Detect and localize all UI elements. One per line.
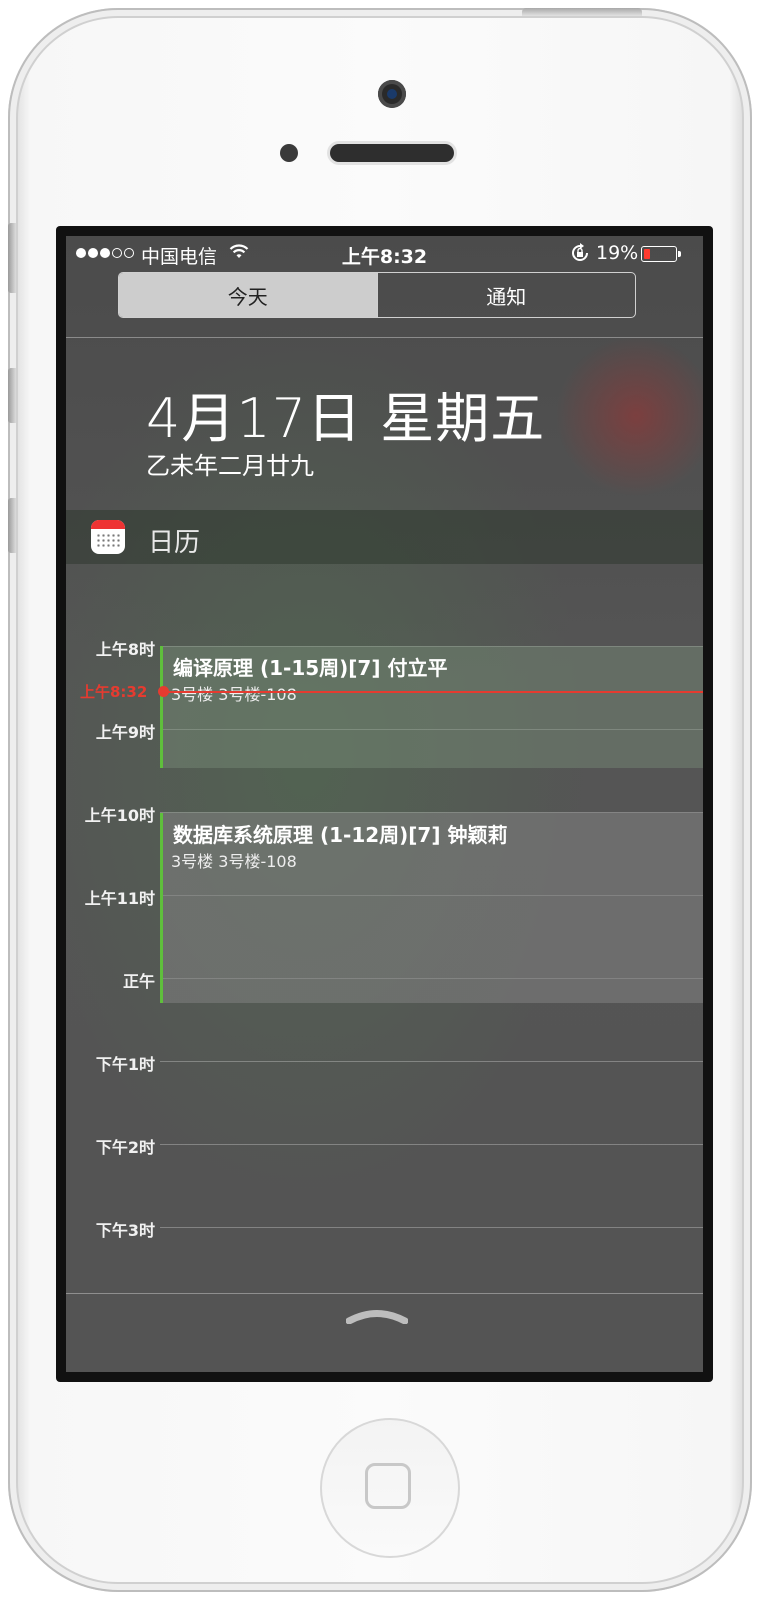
hour-label: 下午1时 — [95, 1055, 155, 1074]
battery-level-fill — [644, 249, 650, 259]
tab-notifications[interactable]: 通知 — [376, 273, 636, 317]
proximity-sensor — [280, 144, 298, 162]
rotation-lock-icon — [572, 243, 588, 261]
hour-label: 上午11时 — [84, 889, 155, 908]
event-title: 编译原理 (1-15周)[7] 付立平 — [173, 656, 448, 680]
event-location: 3号楼 3号楼-108 — [171, 852, 297, 871]
event-title: 数据库系统原理 (1-12周)[7] 钟颖莉 — [173, 823, 508, 847]
calendar-app-icon — [91, 520, 125, 554]
lunar-date: 乙未年二月廿九 — [146, 452, 314, 480]
current-time-dot — [158, 686, 169, 697]
divider — [66, 337, 703, 338]
calendar-widget-header[interactable]: 日历 — [66, 510, 703, 564]
volume-up-button[interactable] — [8, 368, 16, 423]
calendar-icon-grid — [96, 533, 120, 549]
hour-label: 正午 — [122, 972, 155, 991]
power-button[interactable] — [522, 8, 642, 16]
hour-line — [160, 1227, 703, 1228]
view-switcher: 今天 通知 — [118, 272, 636, 318]
front-camera — [378, 80, 406, 108]
battery-icon — [641, 246, 681, 262]
hour-line — [160, 1144, 703, 1145]
mute-switch[interactable] — [8, 223, 16, 293]
calendar-widget-title: 日历 — [148, 528, 201, 558]
calendar-event[interactable]: 数据库系统原理 (1-12周)[7] 钟颖莉 3号楼 3号楼-108 — [160, 813, 703, 1003]
earpiece-speaker — [330, 144, 454, 162]
hour-label: 下午2时 — [95, 1138, 155, 1157]
home-button-icon — [365, 1463, 411, 1509]
hour-label: 上午8时 — [95, 640, 155, 659]
hour-label: 下午3时 — [95, 1221, 155, 1240]
volume-down-button[interactable] — [8, 498, 16, 553]
today-date: 4月17日 星期五 — [146, 387, 546, 450]
hour-label: 上午9时 — [95, 723, 155, 742]
home-button[interactable] — [320, 1418, 460, 1558]
hour-label: 上午10时 — [84, 806, 155, 825]
notification-center: 中国电信 上午8:32 19% 今天 通知 4月17日 星期五 乙未年二月廿九 — [66, 236, 703, 1372]
event-location: 3号楼 3号楼-108 — [171, 685, 297, 704]
status-bar: 中国电信 上午8:32 19% — [66, 236, 703, 272]
battery-percent: 19% — [596, 242, 639, 264]
calendar-icon-header — [91, 520, 125, 529]
divider — [66, 1293, 703, 1294]
grabber-icon[interactable] — [346, 1308, 408, 1324]
tab-today[interactable]: 今天 — [119, 273, 377, 317]
current-time-label: 上午8:32 — [80, 683, 148, 701]
calendar-event[interactable]: 编译原理 (1-15周)[7] 付立平 3号楼 3号楼-108 — [160, 646, 703, 768]
current-time-line — [162, 691, 703, 693]
hour-line — [160, 1061, 703, 1062]
